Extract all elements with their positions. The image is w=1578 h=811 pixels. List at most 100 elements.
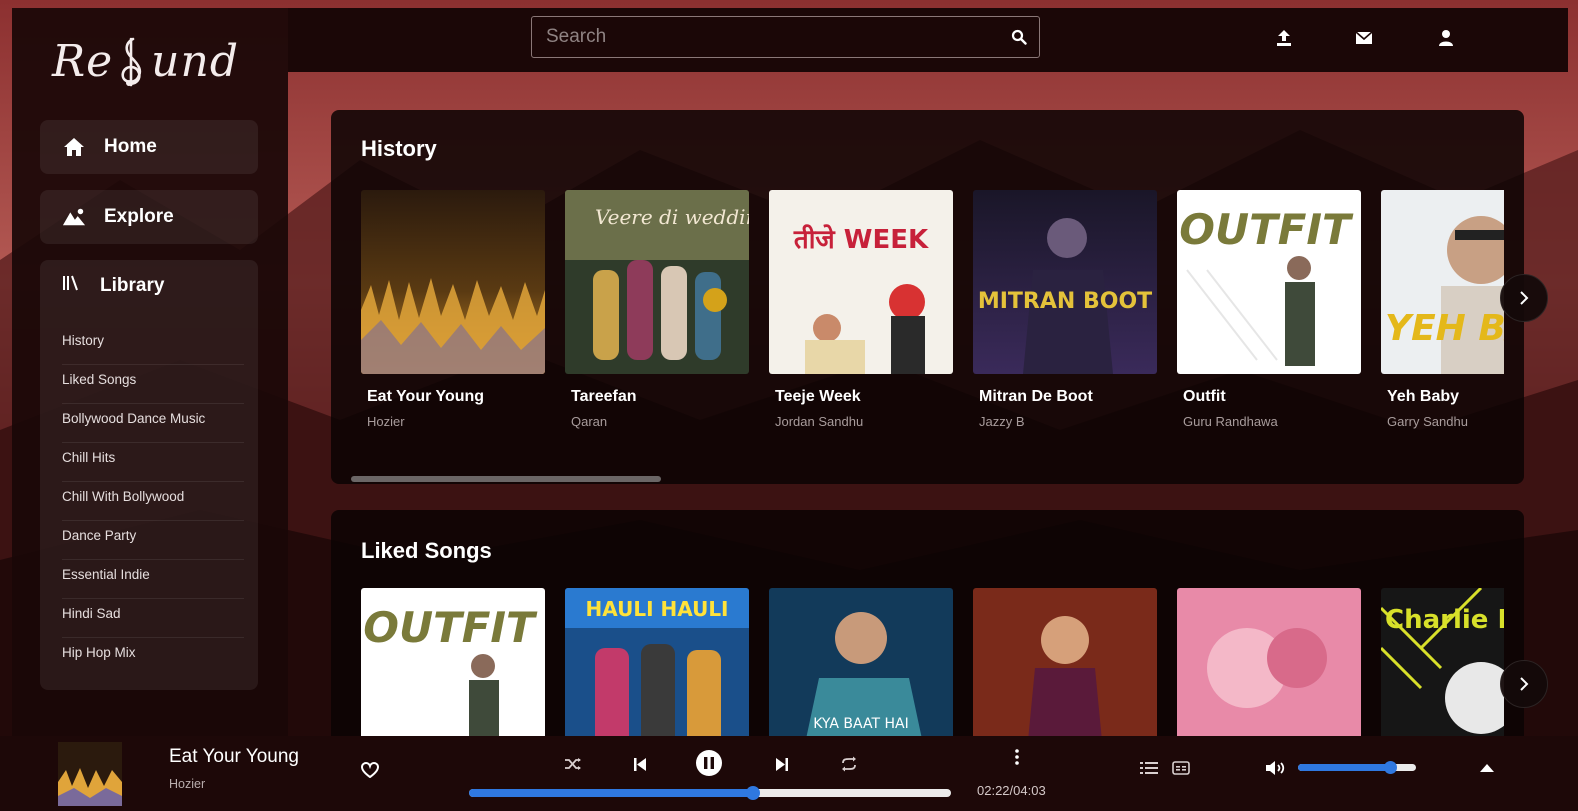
song-card[interactable]: OUTFIT: [361, 588, 545, 748]
expand-up-icon[interactable]: [1478, 760, 1496, 776]
library-item-chill-hits[interactable]: Chill Hits: [62, 443, 244, 482]
song-artist: Garry Sandhu: [1387, 414, 1468, 429]
user-icon[interactable]: [1436, 28, 1456, 48]
shuffle-icon[interactable]: [562, 754, 584, 774]
song-artist: Hozier: [367, 414, 405, 429]
seek-bar[interactable]: [469, 786, 951, 800]
song-title: Outfit: [1183, 388, 1226, 405]
library-item-chill-with-bollywood[interactable]: Chill With Bollywood: [62, 482, 244, 521]
cover-text: KYA BAAT HAI: [813, 716, 908, 732]
home-icon: [62, 135, 86, 159]
now-playing-artist: Hozier: [169, 777, 206, 791]
library-item-history[interactable]: History: [62, 326, 244, 365]
song-card[interactable]: [1177, 588, 1361, 748]
heart-icon[interactable]: [360, 760, 380, 780]
chevron-right-icon: [1520, 677, 1529, 691]
song-card[interactable]: तीजे WEEK Teeje Week Jordan Sandhu: [769, 190, 953, 429]
album-cover: HAULI HAULI: [565, 588, 749, 748]
horizontal-scrollbar[interactable]: [351, 476, 661, 482]
liked-songs-next-button[interactable]: [1500, 660, 1548, 708]
song-card[interactable]: [973, 588, 1157, 748]
album-cover: तीजे WEEK: [769, 190, 953, 374]
song-artist: Jazzy B: [979, 414, 1025, 429]
pause-button[interactable]: [696, 750, 722, 776]
album-cover: OUTFIT: [361, 588, 545, 748]
now-playing-cover[interactable]: [58, 742, 122, 806]
album-cover: KYA BAAT HAI: [769, 588, 953, 748]
nav-home[interactable]: Home: [40, 120, 258, 174]
mountain-icon: [62, 205, 86, 229]
song-artist: Jordan Sandhu: [775, 414, 864, 429]
nav-explore-label: Explore: [104, 206, 174, 227]
album-cover: Veere di wedding: [565, 190, 749, 374]
cover-text: Veere di wedding: [595, 205, 749, 229]
skip-previous-icon[interactable]: [630, 754, 650, 774]
player-bar: Eat Your Young Hozier 02:22/04:03: [0, 736, 1578, 811]
cover-text: YEH BA: [1385, 308, 1504, 349]
song-card[interactable]: MITRAN BOOT Mitran De Boot Jazzy B: [973, 190, 1157, 429]
song-card[interactable]: KYA BAAT HAI: [769, 588, 953, 748]
cover-text: OUTFIT: [1179, 205, 1354, 254]
library-icon: [62, 274, 82, 297]
song-artist: Qaran: [571, 414, 608, 429]
now-playing-title: Eat Your Young: [169, 746, 299, 767]
song-card[interactable]: Eat Your Young Hozier: [361, 190, 545, 429]
skip-next-icon[interactable]: [772, 754, 792, 774]
app-logo[interactable]: Re und: [52, 26, 252, 96]
library-label: Library: [100, 274, 165, 296]
search-input[interactable]: [546, 26, 1011, 48]
seek-bar-handle[interactable]: [746, 786, 761, 800]
history-row: Eat Your Young Hozier Veere di wedding: [361, 190, 1504, 484]
history-section: History Eat Your Young Hozier Veere di w…: [331, 110, 1524, 484]
more-options-icon[interactable]: [1010, 746, 1024, 768]
library-item-hindi-sad[interactable]: Hindi Sad: [62, 599, 244, 638]
app-root: Re und Home Explore Library History Like…: [0, 0, 1578, 811]
volume-slider-fill: [1298, 764, 1391, 771]
repeat-icon[interactable]: [838, 754, 860, 774]
song-title: Eat Your Young: [367, 388, 485, 405]
album-cover: [973, 588, 1157, 748]
song-title: Tareefan: [571, 388, 637, 405]
history-title: History: [361, 136, 437, 161]
logo-text-suffix: und: [151, 35, 240, 87]
library-item-bollywood-dance-music[interactable]: Bollywood Dance Music: [62, 404, 244, 443]
cover-text: OUTFIT: [363, 603, 538, 652]
album-cover: [1177, 588, 1361, 748]
cover-text: Charlie P: [1385, 605, 1504, 635]
song-title: Teeje Week: [775, 388, 861, 405]
song-card[interactable]: Veere di wedding Tareefan Qaran: [565, 190, 749, 429]
history-next-button[interactable]: [1500, 274, 1548, 322]
logo-text-prefix: Re: [52, 35, 114, 87]
library-list: History Liked Songs Bollywood Dance Musi…: [62, 326, 244, 677]
queue-list-icon[interactable]: [1138, 758, 1160, 778]
mail-icon[interactable]: [1354, 28, 1374, 48]
song-card[interactable]: YEH BA Yeh Baby Garry Sandhu: [1381, 190, 1504, 429]
library-item-essential-indie[interactable]: Essential Indie: [62, 560, 244, 599]
song-card[interactable]: HAULI HAULI: [565, 588, 749, 748]
search-icon[interactable]: [1011, 29, 1027, 45]
search-bar: [531, 16, 1040, 58]
library-item-dance-party[interactable]: Dance Party: [62, 521, 244, 560]
volume-slider-handle[interactable]: [1384, 761, 1398, 774]
song-card[interactable]: OUTFIT Outfit Guru Randhawa: [1177, 190, 1361, 429]
song-title: Mitran De Boot: [979, 388, 1093, 405]
library-item-liked-songs[interactable]: Liked Songs: [62, 365, 244, 404]
treble-clef-icon: [121, 37, 142, 87]
upload-icon[interactable]: [1274, 28, 1294, 48]
nav-explore[interactable]: Explore: [40, 190, 258, 244]
library-item-hip-hop-mix[interactable]: Hip Hop Mix: [62, 638, 244, 677]
volume-icon[interactable]: [1264, 758, 1288, 778]
playback-time: 02:22/04:03: [977, 783, 1046, 798]
liked-songs-title: Liked Songs: [361, 538, 492, 563]
album-cover: YEH BA: [1381, 190, 1504, 374]
library-header[interactable]: Library: [62, 274, 164, 297]
liked-songs-section: Liked Songs OUTFIT HAULI HAULI KYA BAAT …: [331, 510, 1524, 750]
cover-text: MITRAN BOOT: [978, 289, 1152, 314]
cover-text: HAULI HAULI: [585, 597, 728, 621]
volume-slider[interactable]: [1298, 761, 1416, 774]
chevron-right-icon: [1520, 291, 1529, 305]
song-card[interactable]: Charlie P: [1381, 588, 1504, 748]
liked-songs-row: OUTFIT HAULI HAULI KYA BAAT HAI Charlie …: [361, 588, 1504, 748]
album-cover: MITRAN BOOT: [973, 190, 1157, 374]
lyrics-icon[interactable]: [1170, 758, 1192, 778]
